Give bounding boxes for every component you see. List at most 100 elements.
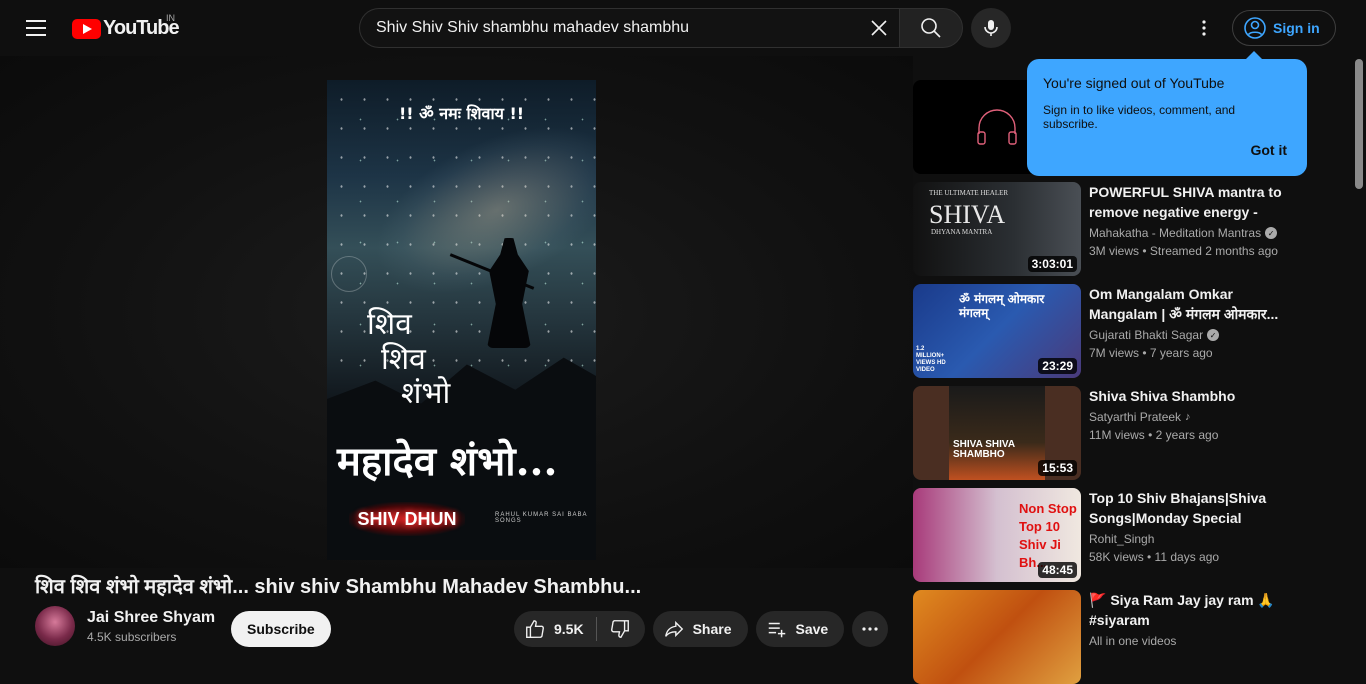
related-video-item[interactable]: THE ULTIMATE HEALER SHIVA DHYANA MANTRA … [913, 182, 1333, 276]
youtube-logo[interactable]: YouTube IN [72, 13, 180, 40]
page-scrollbar[interactable] [1352, 56, 1366, 650]
scrollbar-thumb[interactable] [1355, 59, 1363, 189]
thumbs-down-icon [610, 620, 629, 638]
video-meta: POWERFUL SHIVA mantra to remove negative… [1089, 182, 1299, 258]
popup-title: You're signed out of YouTube [1043, 75, 1225, 91]
search-button[interactable] [899, 8, 963, 48]
like-count: 9.5K [554, 621, 584, 637]
search-input[interactable] [376, 19, 859, 37]
video-stats: 3M views • Streamed 2 months ago [1089, 244, 1278, 258]
video-thumbnail[interactable] [913, 590, 1081, 684]
channel-name[interactable]: Gujarati Bhakti Sagar [1089, 328, 1203, 342]
more-vert-icon [1202, 20, 1206, 36]
more-actions-button[interactable] [852, 611, 889, 647]
verified-icon: ✓ [1265, 227, 1278, 239]
related-video-item[interactable]: SHIVA SHIVA SHAMBHO 15:53 Shiva Shiva Sh… [913, 386, 1333, 480]
subscriber-count: 4.5K subscribers [87, 629, 177, 644]
thumbs-up-icon [526, 620, 544, 638]
thumbnail-badge: 1.2 MILLION+ VIEWS HD VIDEO [916, 346, 946, 373]
music-note-icon: ♪ [1185, 411, 1191, 423]
share-button[interactable]: Share [652, 611, 748, 647]
channel-name[interactable]: Rohit_Singh [1089, 532, 1154, 546]
channel-info: Jai Shree Shyam 4.5K subscribers [35, 606, 215, 646]
channel-name[interactable]: All in one videos [1089, 634, 1176, 648]
video-channel: Satyarthi Prateek ♪ [1089, 410, 1299, 424]
thumbnail-text: SHIVA SHIVA SHAMBHO [953, 439, 1015, 460]
video-overlay-badge: SHIV DHUN [349, 502, 465, 536]
video-title[interactable]: Om Mangalam Omkar Mangalam | ॐ मंगलम ओमक… [1089, 284, 1299, 324]
video-duration: 15:53 [1038, 460, 1077, 476]
search-icon [921, 18, 941, 38]
playlist-add-icon [768, 622, 785, 638]
video-overlay-mantra: !! ॐ नमः शिवाय !! [398, 104, 525, 123]
video-player[interactable]: !! ॐ नमः शिवाय !! शिव शिव शंभो महादेव शं… [0, 56, 913, 568]
video-meta: Om Mangalam Omkar Mangalam | ॐ मंगलम ओमक… [1089, 284, 1299, 360]
thumbnail-subtitle: THE ULTIMATE HEALER [929, 189, 1009, 197]
video-title[interactable]: Top 10 Shiv Bhajans|Shiva Songs|Monday S… [1089, 488, 1299, 528]
search-bar [359, 8, 963, 48]
video-channel: All in one videos [1089, 634, 1299, 648]
signed-out-popup: You're signed out of YouTube Sign in to … [1027, 51, 1307, 176]
share-label: Share [692, 621, 732, 637]
save-button[interactable]: Save [755, 611, 845, 647]
thumbnail-text: ॐ मंगलम् ओमकार मंगलम् [959, 292, 1045, 320]
youtube-play-icon [72, 18, 101, 39]
video-channel: Gujarati Bhakti Sagar ✓ [1089, 328, 1299, 342]
video-overlay-main: महादेव शंभो... [337, 438, 558, 485]
like-dislike-group: 9.5K [514, 611, 645, 647]
settings-menu-button[interactable] [1184, 8, 1224, 48]
overlay-line: शिव [367, 307, 412, 342]
video-meta: Top 10 Shiv Bhajans|Shiva Songs|Monday S… [1089, 488, 1299, 564]
video-meta: 🚩 Siya Ram Jay jay ram 🙏 #siyaram All in… [1089, 590, 1299, 648]
video-thumbnail[interactable]: ॐ मंगलम् ओमकार मंगलम् 1.2 MILLION+ VIEWS… [913, 284, 1081, 378]
channel-avatar[interactable] [35, 606, 75, 646]
popup-text: Sign in to like videos, comment, and sub… [1043, 103, 1236, 131]
subscribe-button[interactable]: Subscribe [231, 611, 331, 647]
video-duration: 3:03:01 [1027, 256, 1077, 272]
video-title[interactable]: 🚩 Siya Ram Jay jay ram 🙏 #siyaram [1089, 590, 1299, 630]
overlay-line: शंभो [401, 376, 451, 411]
video-title[interactable]: POWERFUL SHIVA mantra to remove negative… [1089, 182, 1299, 222]
video-stats: 11M views • 2 years ago [1089, 428, 1219, 442]
menu-icon[interactable] [16, 8, 56, 48]
thumbnail-text: SHIVA [929, 200, 1006, 229]
channel-name[interactable]: Mahakatha - Meditation Mantras [1089, 226, 1261, 240]
video-overlay-credit: RAHUL KUMAR SAI BABA SONGS [495, 512, 588, 524]
channel-name[interactable]: Jai Shree Shyam [87, 609, 215, 627]
share-icon [664, 620, 683, 638]
video-duration: 23:29 [1038, 358, 1077, 374]
thumbnail-subtitle-2: DHYANA MANTRA [931, 228, 993, 236]
dislike-button[interactable] [597, 611, 645, 647]
video-thumbnail[interactable]: Non Stop Top 10 Shiv Ji Bh... 48:45 [913, 488, 1081, 582]
related-video-item[interactable]: ॐ मंगलम् ओमकार मंगलम् 1.2 MILLION+ VIEWS… [913, 284, 1333, 378]
clear-search-button[interactable] [859, 9, 899, 47]
top-bar: YouTube IN Sign in [0, 0, 1366, 56]
verified-icon: ✓ [1207, 329, 1220, 341]
video-thumbnail[interactable]: THE ULTIMATE HEALER SHIVA DHYANA MANTRA … [913, 182, 1081, 276]
video-actions: 9.5K Share Save [514, 611, 889, 647]
video-meta: Shiva Shiva Shambho Satyarthi Prateek ♪ 1… [1089, 386, 1299, 442]
more-horiz-icon [862, 627, 878, 631]
search-box [359, 8, 899, 48]
sign-in-button[interactable]: Sign in [1232, 10, 1336, 46]
video-title[interactable]: Shiva Shiva Shambho [1089, 386, 1299, 406]
overlay-line: शिव [381, 341, 426, 377]
headphones-icon [977, 109, 1017, 145]
related-video-item[interactable]: Non Stop Top 10 Shiv Ji Bh... 48:45 Top … [913, 488, 1333, 582]
related-video-item[interactable]: 🚩 Siya Ram Jay jay ram 🙏 #siyaram All in… [913, 590, 1333, 684]
microphone-icon [984, 20, 998, 36]
video-channel: Rohit_Singh [1089, 532, 1299, 546]
save-label: Save [795, 621, 829, 637]
video-overlay-lines: शिव शिव शंभो [367, 307, 451, 412]
video-frame[interactable]: !! ॐ नमः शिवाय !! शिव शिव शंभो महादेव शं… [327, 80, 596, 560]
video-channel: Mahakatha - Meditation Mantras ✓ [1089, 226, 1299, 240]
like-button[interactable]: 9.5K [514, 611, 596, 647]
thumbnail-inner [949, 386, 1045, 480]
sign-in-label: Sign in [1273, 20, 1320, 36]
channel-name[interactable]: Satyarthi Prateek [1089, 410, 1181, 424]
got-it-button[interactable]: Got it [1250, 142, 1287, 158]
voice-search-button[interactable] [971, 8, 1011, 48]
account-icon [1244, 17, 1266, 39]
country-code: IN [166, 13, 175, 23]
video-thumbnail[interactable]: SHIVA SHIVA SHAMBHO 15:53 [913, 386, 1081, 480]
